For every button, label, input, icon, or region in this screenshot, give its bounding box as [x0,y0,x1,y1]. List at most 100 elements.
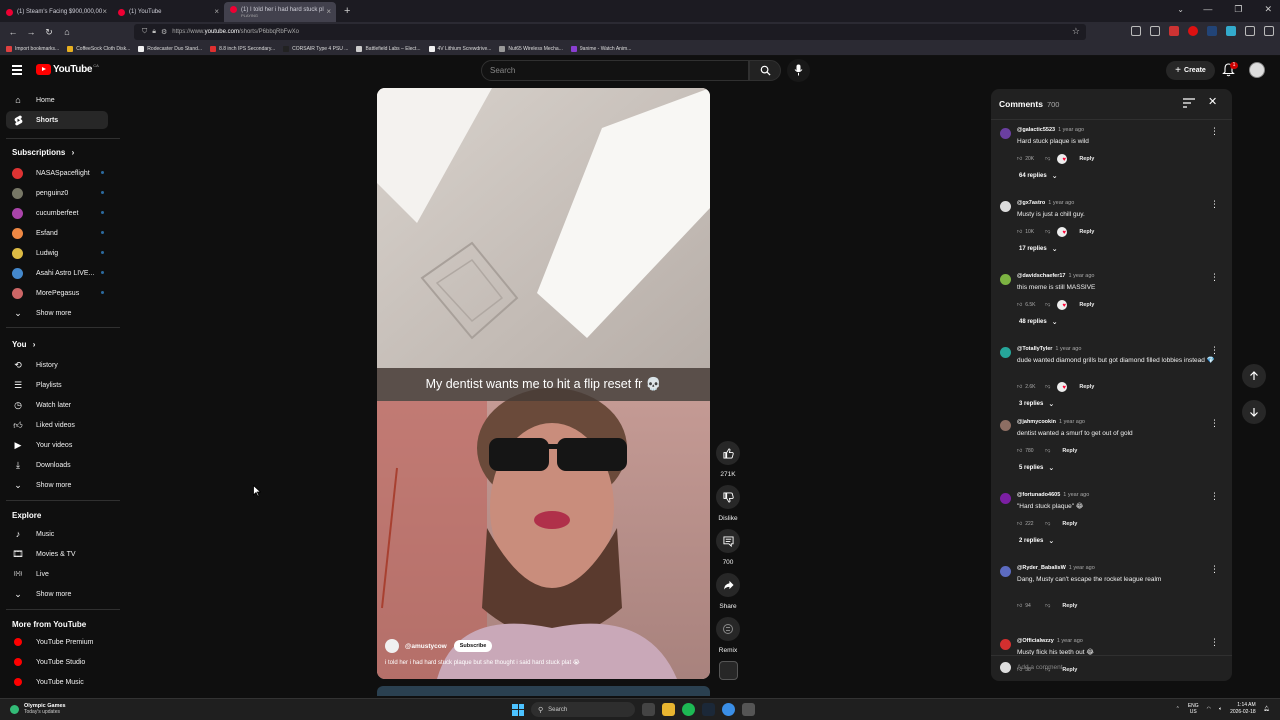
commenter-avatar[interactable] [1000,128,1011,139]
sidebar-item-you[interactable]: ⟲ History [6,356,108,374]
sidebar-item-you[interactable]: ▶ Your videos [6,436,108,454]
view-replies-button[interactable]: 3 replies ⌄ [1019,400,1054,408]
comment-username[interactable]: @davidschaefer17 [1017,273,1065,279]
view-replies-button[interactable]: 17 replies ⌄ [1019,245,1058,253]
comment-author[interactable]: @fortunado4605 1 year ago [1017,492,1089,498]
thumbs-up-icon[interactable]: 👍︎ [1017,521,1022,527]
sidebar-item-shorts[interactable]: Shorts [6,111,108,129]
app-menu-icon[interactable] [1264,26,1274,36]
explore-show-more[interactable]: ⌄ Show more [6,585,108,603]
view-replies-button[interactable]: 5 replies ⌄ [1019,464,1054,472]
sidebar-item-you[interactable]: ⤓ Downloads [6,456,108,474]
bookmark-item[interactable]: 4V Lithium Screwdrive... [428,45,491,52]
comment-author[interactable]: @TotallyTyler 1 year ago [1017,346,1081,352]
sidebar-item-subscription[interactable]: Ludwig [6,244,108,262]
next-short-button[interactable] [1242,400,1266,424]
windows-start-icon[interactable] [512,703,524,716]
create-button[interactable]: + Create [1166,61,1215,80]
more-vert-icon[interactable]: ⋮ [1210,418,1219,429]
reply-button[interactable]: Reply [1079,156,1094,162]
browser-tab-2[interactable]: (1) YouTube × [112,2,224,22]
more-vert-icon[interactable]: ⋮ [1210,126,1219,137]
view-replies-button[interactable]: 64 replies ⌄ [1019,172,1058,180]
sidebar-item-subscription[interactable]: penguinz0 [6,184,108,202]
extension-icon[interactable] [1207,26,1217,36]
account-icon[interactable] [1150,26,1160,36]
more-vert-icon[interactable]: ⋮ [1210,199,1219,210]
sidebar-item-home[interactable]: ⌂ Home [6,91,108,109]
volume-icon[interactable]: 🔈︎ [1219,706,1222,712]
thumbs-down-icon[interactable]: 👎︎ [1045,156,1050,162]
bookmark-item[interactable]: Import bookmarks... [6,45,59,52]
comment-username[interactable]: @gx7astro [1017,200,1045,206]
sidebar-item-explore[interactable]: 🎞︎ Movies & TV [6,545,108,563]
subscriptions-show-more[interactable]: ⌄ Show more [6,304,108,322]
previous-short-button[interactable] [1242,364,1266,388]
reply-button[interactable]: Reply [1079,229,1094,235]
url-bar[interactable]: ⛉ 🔒︎ ⚙ https://www. youtube.com/shorts/P6… [134,24,1086,40]
clock[interactable]: 1:14 AM 2026-02-18 [1230,702,1256,716]
taskbar-search[interactable]: ⚲ Search [531,702,635,717]
bookmark-star-icon[interactable]: ☆ [1072,26,1080,37]
sort-icon[interactable] [1183,98,1195,108]
more-vert-icon[interactable]: ⋮ [1210,637,1219,648]
new-tab-icon[interactable]: + [344,5,350,17]
subscribe-button[interactable]: Subscribe [453,640,493,652]
next-short-preview[interactable] [377,686,710,696]
bookmark-item[interactable]: 8.8 inch IPS Secondary... [210,45,275,52]
reply-button[interactable]: Reply [1079,384,1094,390]
add-comment-box[interactable]: Add a comment... [991,655,1232,681]
thumbs-up-icon[interactable]: 👍︎ [1017,384,1022,390]
extension-icon[interactable] [1226,26,1236,36]
bookmark-item[interactable]: 9anime - Watch Anim... [570,45,631,52]
sidebar-item-subscription[interactable]: NASASpaceflight [6,164,108,182]
sidebar-item-more-from-youtube[interactable]: YouTube Music [6,673,108,691]
thumbs-down-icon[interactable]: 👎︎ [1045,521,1050,527]
app-icon[interactable] [742,703,755,716]
close-comments-icon[interactable]: ✕ [1208,95,1217,108]
sidebar-item-you[interactable]: 👍︎ Liked videos [6,416,108,434]
bookmark-item[interactable]: Nut65 Wireless Mecha... [499,45,563,52]
commenter-avatar[interactable] [1000,493,1011,504]
commenter-avatar[interactable] [1000,639,1011,650]
restore-icon[interactable]: ❐ [1234,4,1242,15]
home-icon[interactable]: ⌂ [62,27,72,37]
sidebar-item-subscription[interactable]: Esfand [6,224,108,242]
voice-search-button[interactable] [787,59,810,82]
comment-author[interactable]: @davidschaefer17 1 year ago [1017,273,1094,279]
browser-tab-1[interactable]: (1) Steam's Facing $900,000,00 × [0,2,112,22]
shorts-video-player[interactable]: My dentist wants me to hit a flip reset … [377,88,710,679]
reply-button[interactable]: Reply [1062,603,1077,609]
comment-username[interactable]: @Ryder_BabalisW [1017,565,1066,571]
reply-button[interactable]: Reply [1079,302,1094,308]
thumbs-up-icon[interactable]: 👍︎ [1017,302,1022,308]
extensions-menu-icon[interactable] [1245,26,1255,36]
sidebar-item-more-from-youtube[interactable]: YouTube Premium [6,633,108,651]
comment-username[interactable]: @jahmycookin [1017,419,1056,425]
menu-icon[interactable] [12,65,22,77]
sidebar-item-subscription[interactable]: Asahi Astro LIVE... [6,264,108,282]
close-tab-icon[interactable]: × [214,7,219,16]
forward-icon[interactable]: → [26,27,36,37]
thumbs-up-icon[interactable]: 👍︎ [1017,448,1022,454]
sidebar-item-you[interactable]: ☰ Playlists [6,376,108,394]
spotify-icon[interactable] [682,703,695,716]
dislike-button[interactable]: Dislike [713,485,743,522]
view-replies-button[interactable]: 2 replies ⌄ [1019,537,1054,545]
comments-button[interactable]: 700 [713,529,743,566]
comment-author[interactable]: @galactic5523 1 year ago [1017,127,1084,133]
commenter-avatar[interactable] [1000,274,1011,285]
minimize-icon[interactable]: — [1203,4,1212,15]
bookmark-item[interactable]: CoffeeSock Cloth Disk... [67,45,130,52]
more-vert-icon[interactable]: ⋮ [1210,345,1219,356]
youtube-logo[interactable]: YouTube CA [36,63,99,75]
search-button[interactable] [749,60,781,81]
extension-icon[interactable] [1169,26,1179,36]
comment-author[interactable]: @jahmycookin 1 year ago [1017,419,1085,425]
you-heading[interactable]: You › [12,340,35,349]
extension-icon[interactable] [1188,26,1198,36]
comment-username[interactable]: @Officialwzzy [1017,638,1054,644]
window-close-icon[interactable]: ✕ [1264,4,1272,15]
channel-avatar[interactable] [385,639,399,653]
subscriptions-heading[interactable]: Subscriptions › [12,148,74,157]
